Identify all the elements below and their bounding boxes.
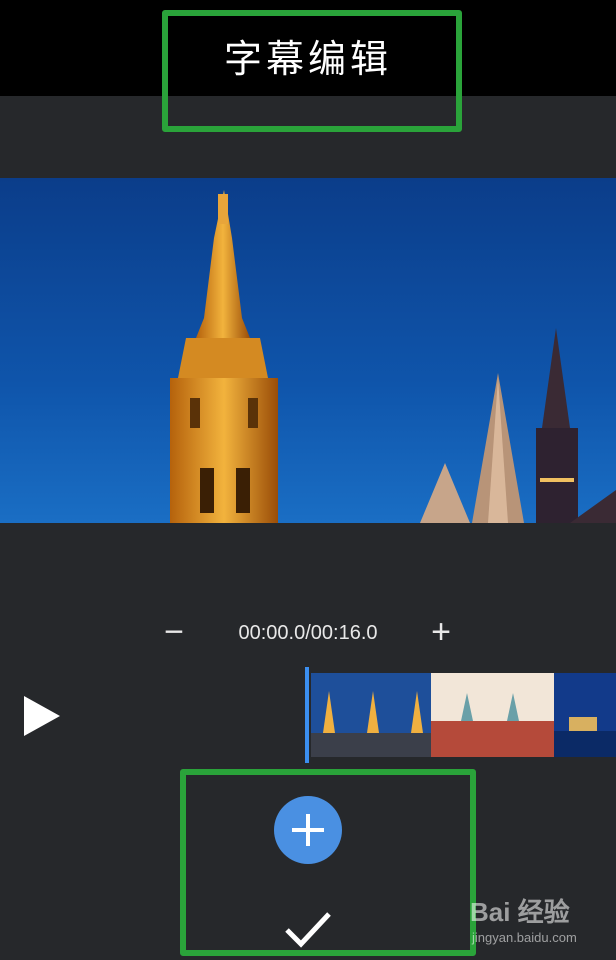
- time-controls: − 00:00.0/00:16.0 +: [0, 612, 616, 652]
- checkmark-icon: [285, 912, 331, 948]
- playhead[interactable]: [305, 667, 309, 763]
- time-display: 00:00.0/00:16.0: [238, 622, 378, 644]
- frame-thumbnails: [311, 673, 616, 757]
- play-button[interactable]: [20, 694, 64, 738]
- add-subtitle-button[interactable]: [274, 796, 342, 864]
- watermark-url: jingyan.baidu.com: [472, 930, 577, 945]
- watermark-brand: Bai 经验: [470, 897, 570, 927]
- preview-image: [0, 178, 616, 523]
- timeline-frames: [311, 673, 616, 757]
- zoom-in-button[interactable]: +: [423, 614, 459, 650]
- title-highlight-box: [162, 10, 462, 132]
- timeline-strip[interactable]: [305, 667, 616, 763]
- watermark: Bai 经验 jingyan.baidu.com: [470, 892, 616, 952]
- video-preview: [0, 178, 616, 523]
- confirm-button[interactable]: [283, 908, 333, 952]
- play-icon: [24, 696, 60, 736]
- plus-icon: [292, 814, 324, 846]
